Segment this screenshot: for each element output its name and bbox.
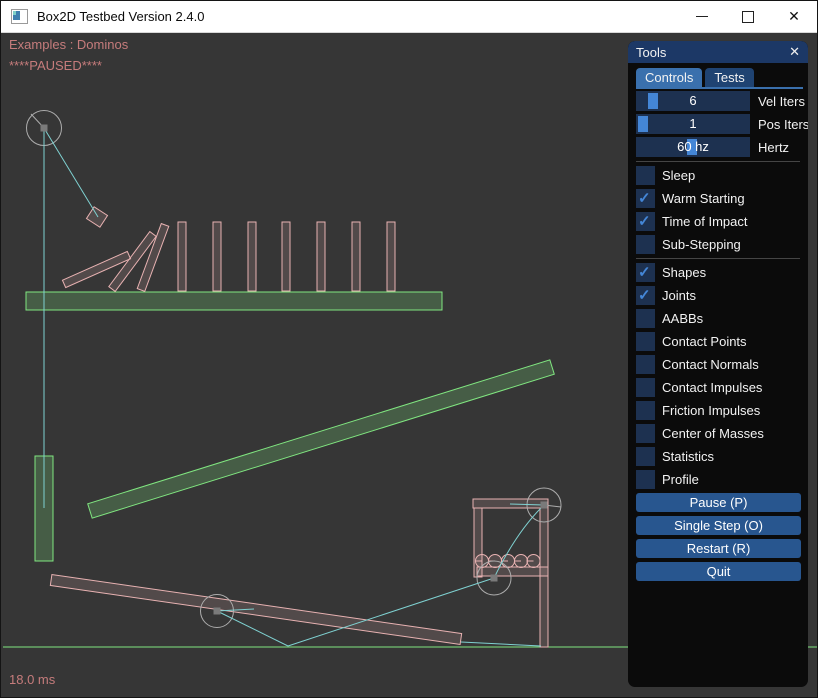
slider-value: 60 hz [636, 137, 750, 157]
ramp-plank [88, 360, 555, 518]
pendulum-box[interactable] [86, 207, 107, 227]
single-step-button[interactable]: Single Step (O) [636, 516, 801, 535]
window-controls: ✕ [679, 1, 817, 32]
slider-track[interactable]: 60 hz [636, 137, 750, 157]
checkbox-contact-impulses[interactable]: Contact Impulses [636, 378, 803, 397]
checkbox-sleep[interactable]: Sleep [636, 166, 803, 185]
checkbox-box[interactable] [636, 401, 655, 420]
checkbox-label: Profile [662, 472, 699, 487]
checkbox-aabbs[interactable]: AABBs [636, 309, 803, 328]
domino [213, 222, 221, 291]
checkbox-statistics[interactable]: Statistics [636, 447, 803, 466]
domino [248, 222, 256, 291]
frame-shelf [477, 567, 548, 576]
domino [387, 222, 395, 291]
checkbox-box[interactable] [636, 470, 655, 489]
checkbox-box[interactable] [636, 235, 655, 254]
slider-value: 1 [636, 114, 750, 134]
domino [317, 222, 325, 291]
domino [282, 222, 290, 291]
checkbox-warm-starting[interactable]: Warm Starting [636, 189, 803, 208]
tools-content: 6 Vel Iters 1 Pos Iters 60 hz Hertz [628, 89, 808, 581]
close-button[interactable]: ✕ [771, 1, 817, 32]
slider-label: Pos Iters [758, 117, 808, 132]
close-icon: ✕ [788, 8, 800, 25]
checkbox-time-of-impact[interactable]: Time of Impact [636, 212, 803, 231]
frame-right-post [540, 508, 548, 647]
checkbox-label: Sleep [662, 168, 695, 183]
frame-time: 18.0 ms [9, 672, 55, 687]
frame-top-bar [473, 499, 548, 508]
checkbox-box[interactable] [636, 378, 655, 397]
pos-iters-slider[interactable]: 1 Pos Iters [636, 114, 803, 134]
slider-track[interactable]: 6 [636, 91, 750, 111]
dominos-platform [26, 292, 442, 310]
checkbox-label: Contact Points [662, 334, 747, 349]
checkbox-box[interactable] [636, 286, 655, 305]
restart-button[interactable]: Restart (R) [636, 539, 801, 558]
checkbox-profile[interactable]: Profile [636, 470, 803, 489]
checkbox-label: Center of Masses [662, 426, 764, 441]
app-window: Examples : Dominos ****PAUSED**** 18.0 m… [0, 0, 818, 698]
window-titlebar: Box2D Testbed Version 2.4.0 ✕ [1, 1, 817, 33]
domino [352, 222, 360, 291]
checkbox-label: Joints [662, 288, 696, 303]
minimize-icon [696, 16, 708, 17]
checkbox-box[interactable] [636, 263, 655, 282]
checkbox-contact-points[interactable]: Contact Points [636, 332, 803, 351]
quit-button[interactable]: Quit [636, 562, 801, 581]
checkbox-joints[interactable]: Joints [636, 286, 803, 305]
checkbox-center-of-masses[interactable]: Center of Masses [636, 424, 803, 443]
checkbox-label: Friction Impulses [662, 403, 760, 418]
tools-close-button[interactable]: ✕ [789, 44, 800, 60]
tools-tabbar: Controls Tests [636, 68, 803, 89]
checkbox-sub-stepping[interactable]: Sub-Stepping [636, 235, 803, 254]
slider-track[interactable]: 1 [636, 114, 750, 134]
joint-anchors [41, 125, 548, 615]
slider-value: 6 [636, 91, 750, 111]
maximize-button[interactable] [725, 1, 771, 32]
checkbox-box[interactable] [636, 309, 655, 328]
example-title: Examples : Dominos [9, 37, 128, 52]
tools-panel-title: Tools [636, 45, 666, 60]
checkbox-box[interactable] [636, 332, 655, 351]
checkbox-label: AABBs [662, 311, 703, 326]
slider-label: Vel Iters [758, 94, 805, 109]
checkbox-box[interactable] [636, 424, 655, 443]
checkbox-contact-normals[interactable]: Contact Normals [636, 355, 803, 374]
fallen-dominoes[interactable] [62, 224, 168, 292]
vel-iters-slider[interactable]: 6 Vel Iters [636, 91, 803, 111]
checkbox-label: Time of Impact [662, 214, 747, 229]
checkbox-shapes[interactable]: Shapes [636, 263, 803, 282]
tools-panel: Tools ✕ Controls Tests 6 Vel Iters 1 Pos… [628, 41, 808, 687]
slider-label: Hertz [758, 140, 789, 155]
checkbox-box[interactable] [636, 355, 655, 374]
tab-controls[interactable]: Controls [636, 68, 702, 87]
checkbox-box[interactable] [636, 212, 655, 231]
maximize-icon [742, 11, 754, 23]
checkbox-label: Contact Impulses [662, 380, 762, 395]
checkbox-box[interactable] [636, 189, 655, 208]
window-title: Box2D Testbed Version 2.4.0 [37, 9, 204, 24]
app-icon [11, 9, 28, 24]
checkbox-friction-impulses[interactable]: Friction Impulses [636, 401, 803, 420]
checkbox-box[interactable] [636, 166, 655, 185]
hertz-slider[interactable]: 60 hz Hertz [636, 137, 803, 157]
standing-dominoes[interactable] [178, 222, 395, 291]
pause-button[interactable]: Pause (P) [636, 493, 801, 512]
checkbox-box[interactable] [636, 447, 655, 466]
paused-status: ****PAUSED**** [9, 58, 102, 73]
checkbox-label: Contact Normals [662, 357, 759, 372]
shelf-balls[interactable] [476, 555, 541, 568]
checkbox-label: Shapes [662, 265, 706, 280]
checkbox-label: Sub-Stepping [662, 237, 741, 252]
separator [636, 258, 800, 259]
checkbox-label: Warm Starting [662, 191, 745, 206]
separator [636, 161, 800, 162]
tools-panel-titlebar[interactable]: Tools ✕ [628, 41, 808, 63]
tab-tests[interactable]: Tests [705, 68, 753, 87]
domino [178, 222, 186, 291]
checkbox-label: Statistics [662, 449, 714, 464]
minimize-button[interactable] [679, 1, 725, 32]
